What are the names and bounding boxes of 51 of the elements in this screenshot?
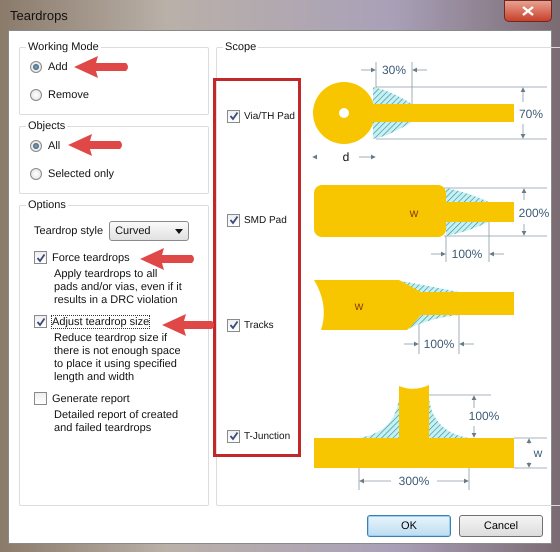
annotation-arrow bbox=[74, 56, 128, 78]
checkbox[interactable] bbox=[34, 315, 47, 328]
dimension-label: w bbox=[410, 206, 418, 220]
group-title: Scope bbox=[224, 41, 258, 53]
dialog-button[interactable]: OK bbox=[367, 515, 451, 537]
checkbox[interactable] bbox=[227, 110, 240, 122]
checkbox[interactable] bbox=[227, 214, 240, 226]
window-title: Teardrops bbox=[9, 8, 68, 22]
checkbox-label[interactable]: Tracks bbox=[244, 320, 274, 330]
dimension-label: w bbox=[354, 299, 364, 313]
checkbox[interactable] bbox=[227, 318, 240, 332]
annotation-arrow bbox=[68, 134, 122, 156]
checkbox-label[interactable]: SMD Pad bbox=[244, 214, 287, 226]
checkbox-label[interactable]: Force teardrops bbox=[52, 252, 130, 264]
checkbox[interactable] bbox=[227, 430, 240, 442]
dimension-label: 200% bbox=[518, 206, 550, 220]
dimension-label: d bbox=[342, 150, 350, 164]
checkbox-label[interactable]: Via/TH Pad bbox=[244, 110, 295, 122]
radio-button[interactable] bbox=[30, 140, 42, 152]
close-icon bbox=[522, 6, 534, 16]
checkbox-label[interactable]: Adjust teardrop size bbox=[52, 316, 150, 328]
option-description: Detailed report of created and failed teardrops bbox=[54, 409, 180, 435]
checkbox-label[interactable]: T-Junction bbox=[244, 430, 290, 442]
radio-label[interactable]: All bbox=[48, 140, 60, 152]
checkbox[interactable] bbox=[34, 251, 47, 264]
dimension-label: 100% bbox=[424, 337, 454, 351]
dimension-label: 70% bbox=[518, 107, 544, 121]
caret-icon bbox=[175, 228, 184, 234]
style-dropdown[interactable]: Curved bbox=[109, 221, 190, 241]
option-description: Reduce teardrop size if there is not enough space to place it using specified length and width bbox=[54, 332, 182, 384]
checkbox-label[interactable]: Generate report bbox=[52, 392, 130, 404]
dimension-label: 30% bbox=[382, 63, 406, 77]
dimension-label: 300% bbox=[398, 474, 430, 488]
dimension-label: 100% bbox=[468, 409, 500, 423]
radio-label[interactable]: Add bbox=[48, 61, 68, 73]
checkbox[interactable] bbox=[34, 392, 47, 405]
field-label: Teardrop style bbox=[34, 225, 104, 237]
dimension-label: 100% bbox=[452, 247, 482, 261]
group-title: Objects bbox=[27, 120, 66, 132]
dialog-button[interactable]: Cancel bbox=[459, 515, 543, 537]
radio-button[interactable] bbox=[30, 168, 42, 180]
group-title: Working Mode bbox=[27, 41, 100, 53]
radio-button[interactable] bbox=[30, 61, 42, 73]
radio-button[interactable] bbox=[30, 89, 42, 101]
option-description: Apply teardrops to all pads and/or vias, even if it results in a DRC violation bbox=[54, 268, 182, 307]
radio-label[interactable]: Remove bbox=[48, 89, 89, 101]
radio-label[interactable]: Selected only bbox=[48, 168, 114, 180]
annotation-arrow bbox=[140, 248, 194, 270]
group-title: Options bbox=[27, 199, 67, 211]
close-button[interactable] bbox=[504, 0, 552, 22]
dimension-label: w bbox=[534, 446, 542, 460]
